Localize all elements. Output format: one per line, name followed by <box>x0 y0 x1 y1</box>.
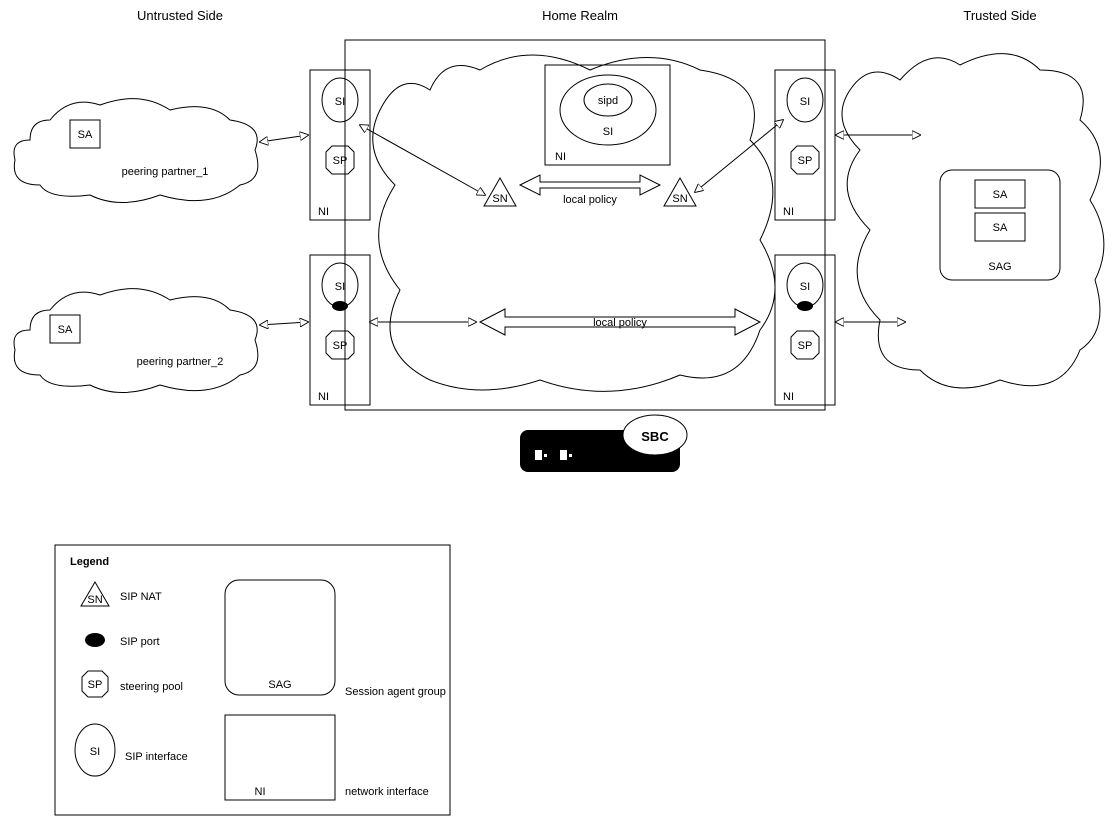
ni-box-ur: SI SP NI <box>775 70 835 220</box>
sip-port-icon <box>332 301 348 311</box>
local-policy-lower: local policy <box>480 309 760 335</box>
svg-text:NI: NI <box>255 786 266 798</box>
cloud-trusted: SA SA SAG <box>842 54 1104 388</box>
svg-text:SAG: SAG <box>268 679 291 691</box>
sbc-label: SBC <box>641 429 669 444</box>
peering2-label: peering partner_2 <box>137 356 224 368</box>
header-trusted: Trusted Side <box>963 8 1036 23</box>
svg-text:NI: NI <box>783 206 794 218</box>
legend-box: Legend SN SIP NAT SIP port SP steering p… <box>55 545 450 815</box>
sn-left: SN <box>484 178 516 206</box>
sa-label: SA <box>78 129 93 141</box>
sipd-box: sipd SI NI <box>545 65 670 165</box>
header-untrusted: Untrusted Side <box>137 8 223 23</box>
svg-text:local policy: local policy <box>593 317 647 329</box>
ni-box-ul: SI SP NI <box>310 70 370 220</box>
conn-niul-sn <box>360 125 485 195</box>
home-cloud <box>373 55 775 391</box>
svg-text:NI: NI <box>318 391 329 403</box>
legend-sag: Session agent group <box>345 686 446 698</box>
svg-text:SI: SI <box>335 96 345 108</box>
conn-p1-ni <box>260 135 308 142</box>
sa-label-4: SA <box>993 222 1008 234</box>
sip-port-icon <box>797 301 813 311</box>
sn-right: SN <box>664 178 696 206</box>
conn-niur-sn <box>695 120 783 192</box>
ni-box-lr: SI SP NI <box>775 255 835 405</box>
svg-text:SN: SN <box>492 193 507 205</box>
legend-steeringpool: steering pool <box>120 681 183 693</box>
svg-text:SN: SN <box>87 594 102 606</box>
legend-ni: network interface <box>345 786 429 798</box>
si-label-home: SI <box>603 126 613 138</box>
svg-text:SI: SI <box>800 281 810 293</box>
local-policy-upper: local policy <box>520 175 660 206</box>
header-home: Home Realm <box>542 8 618 23</box>
sa-label-2: SA <box>58 324 73 336</box>
diagram-canvas: Untrusted Side Home Realm Trusted Side S… <box>0 0 1113 834</box>
svg-text:SP: SP <box>798 155 813 167</box>
svg-text:SI: SI <box>800 96 810 108</box>
legend-title: Legend <box>70 556 109 568</box>
sa-label-3: SA <box>993 189 1008 201</box>
cloud-peering-1: SA peering partner_1 <box>14 99 258 203</box>
ni-label-home: NI <box>555 151 566 163</box>
svg-text:NI: NI <box>783 391 794 403</box>
svg-text:SN: SN <box>672 193 687 205</box>
peering1-label: peering partner_1 <box>122 166 209 178</box>
legend-sipnat: SIP NAT <box>120 591 162 603</box>
svg-text:SP: SP <box>333 340 348 352</box>
svg-text:SP: SP <box>798 340 813 352</box>
sag-label: SAG <box>988 261 1011 273</box>
svg-text:SI: SI <box>335 281 345 293</box>
svg-text:SI: SI <box>90 746 100 758</box>
conn-p2-ni <box>260 322 308 325</box>
svg-text:local policy: local policy <box>563 194 617 206</box>
svg-text:SP: SP <box>333 155 348 167</box>
legend-sipport: SIP port <box>120 636 160 648</box>
sipd-label: sipd <box>598 95 618 107</box>
sbc-device: SBC <box>520 415 687 472</box>
ni-box-ll: SI SP NI <box>310 255 370 405</box>
legend-sipinterface: SIP interface <box>125 751 188 763</box>
svg-text:SP: SP <box>88 679 103 691</box>
cloud-peering-2: SA peering partner_2 <box>14 289 258 393</box>
svg-text:NI: NI <box>318 206 329 218</box>
